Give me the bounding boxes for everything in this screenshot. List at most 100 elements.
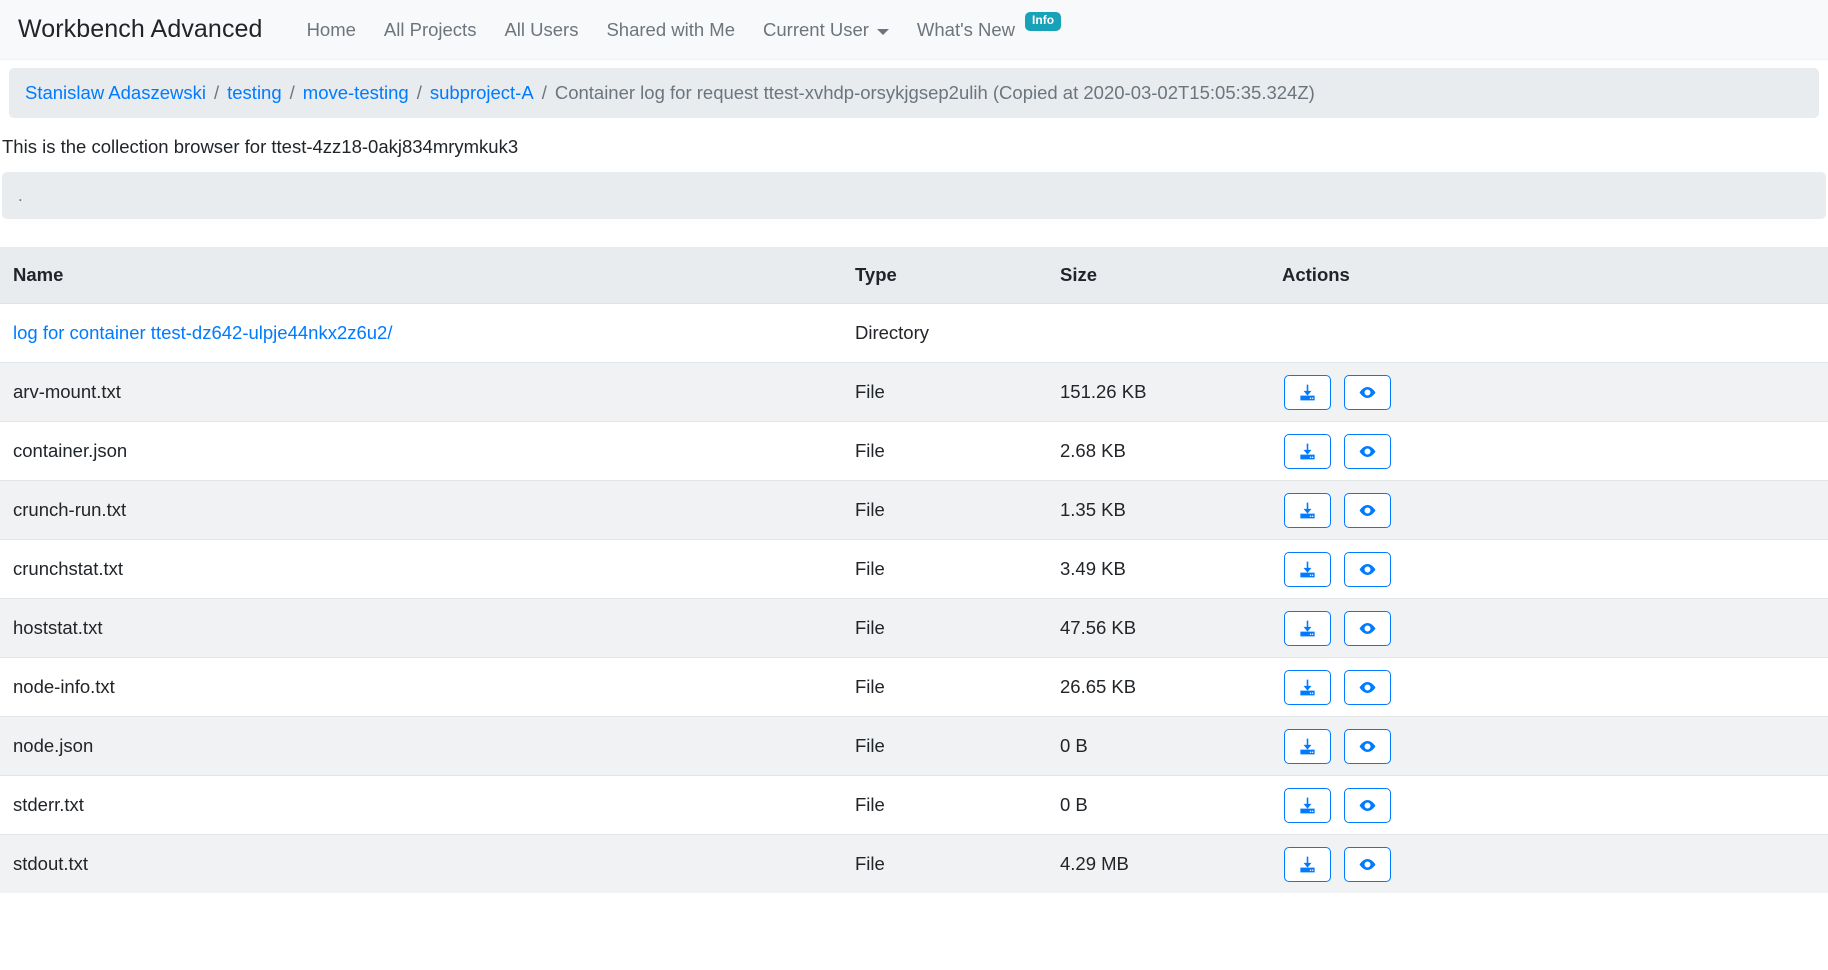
breadcrumb: Stanislaw Adaszewski / testing / move-testin… [9,68,1819,118]
file-type-cell: File [855,775,1060,835]
preview-button[interactable] [1344,787,1391,823]
download-icon [1300,856,1315,872]
nav-link-all-users[interactable]: All Users [490,19,592,41]
download-button[interactable] [1284,492,1331,528]
file-size-cell: 2.68 KB [1060,421,1282,481]
file-table-container: Name Type Size Actions log for container… [0,247,1828,893]
nav-link-label: Shared with Me [606,18,736,40]
column-header-size: Size [1060,247,1282,304]
action-button-group [1282,835,1828,893]
file-name-label: node.json [13,735,94,756]
file-name-label: container.json [13,440,128,461]
nav-links: Home All Projects All Users Shared with Me C… [293,12,1075,41]
file-type-cell: File [855,362,1060,422]
table-row: node-info.txt File 26.65 KB [0,657,1828,717]
download-button[interactable] [1284,669,1331,705]
table-row: crunchstat.txt File 3.49 KB [0,539,1828,599]
download-button[interactable] [1284,846,1331,882]
current-path-label: . [18,185,23,205]
file-size-cell: 0 B [1060,775,1282,835]
action-button-group [1282,422,1828,480]
download-button[interactable] [1284,551,1331,587]
preview-button[interactable] [1344,669,1391,705]
breadcrumb-separator: / [416,82,422,103]
download-button[interactable] [1284,374,1331,410]
download-icon [1300,620,1315,636]
breadcrumb-link[interactable]: Stanislaw Adaszewski [25,82,206,104]
breadcrumb-separator: / [541,82,547,103]
eye-icon [1359,740,1376,752]
table-row: stdout.txt File 4.29 MB [0,834,1828,893]
download-icon [1300,561,1315,577]
action-button-group [1282,658,1828,716]
action-button-group [1282,481,1828,539]
current-path-bar: . [2,172,1826,219]
table-row: crunch-run.txt File 1.35 KB [0,480,1828,540]
nav-link-label: Home [306,18,356,40]
download-button[interactable] [1284,728,1331,764]
download-icon [1300,502,1315,518]
preview-button[interactable] [1344,551,1391,587]
file-size-cell: 4.29 MB [1060,834,1282,893]
download-button[interactable] [1284,610,1331,646]
table-row: node.json File 0 B [0,716,1828,776]
file-name-label: hoststat.txt [13,617,103,638]
breadcrumb-link[interactable]: testing [227,82,282,104]
download-icon [1300,797,1315,813]
directory-link[interactable]: log for container ttest-dz642-ulpje44nkx… [13,322,393,343]
file-name-cell: crunchstat.txt [0,539,855,599]
breadcrumb-link[interactable]: move-testing [303,82,409,104]
action-button-group [1282,599,1828,657]
file-name-cell: node.json [0,716,855,776]
file-table-body: log for container ttest-dz642-ulpje44nkx… [0,303,1828,893]
eye-icon [1359,563,1376,575]
action-button-group [1282,540,1828,598]
nav-link-all-projects[interactable]: All Projects [370,19,491,41]
nav-link-label: All Projects [383,18,477,40]
file-size-cell: 1.35 KB [1060,480,1282,540]
nav-link-what-s-new[interactable]: What's New Info [903,12,1075,41]
breadcrumb-separator: / [213,82,220,103]
nav-link-home[interactable]: Home [293,19,370,41]
file-name-label: crunchstat.txt [13,558,124,579]
file-type-cell: File [855,480,1060,540]
nav-link-shared-with-me[interactable]: Shared with Me [592,19,749,41]
file-actions-cell [1282,657,1828,717]
file-actions-cell [1282,598,1828,658]
download-icon [1300,384,1315,400]
file-size-cell [1060,303,1282,363]
preview-button[interactable] [1344,610,1391,646]
eye-icon [1359,799,1376,811]
preview-button[interactable] [1344,374,1391,410]
eye-icon [1359,858,1376,870]
file-type-cell: File [855,657,1060,717]
table-row: stderr.txt File 0 B [0,775,1828,835]
table-row: hoststat.txt File 47.56 KB [0,598,1828,658]
file-name-cell: log for container ttest-dz642-ulpje44nkx… [0,303,855,363]
preview-button[interactable] [1344,433,1391,469]
collection-browser-description: This is the collection browser for ttest… [2,136,519,157]
preview-button[interactable] [1344,492,1391,528]
file-table: Name Type Size Actions log for container… [0,247,1828,893]
column-header-name: Name [0,247,855,304]
preview-button[interactable] [1344,728,1391,764]
breadcrumb-link[interactable]: subproject-A [430,82,534,104]
chevron-down-icon [876,28,889,35]
preview-button[interactable] [1344,846,1391,882]
file-type-cell: File [855,539,1060,599]
file-name-label: crunch-run.txt [13,499,127,520]
nav-link-current-user[interactable]: Current User [749,19,903,41]
file-name-cell: container.json [0,421,855,481]
file-actions-cell [1282,303,1828,363]
file-type-cell: File [855,421,1060,481]
download-icon [1300,738,1315,754]
action-button-group [1282,776,1828,834]
action-button-group [1282,717,1828,775]
download-button[interactable] [1284,787,1331,823]
file-name-label: stderr.txt [13,794,84,815]
download-button[interactable] [1284,433,1331,469]
action-button-group [1282,304,1828,362]
file-type-cell: Directory [855,303,1060,363]
eye-icon [1359,504,1376,516]
file-size-cell: 3.49 KB [1060,539,1282,599]
